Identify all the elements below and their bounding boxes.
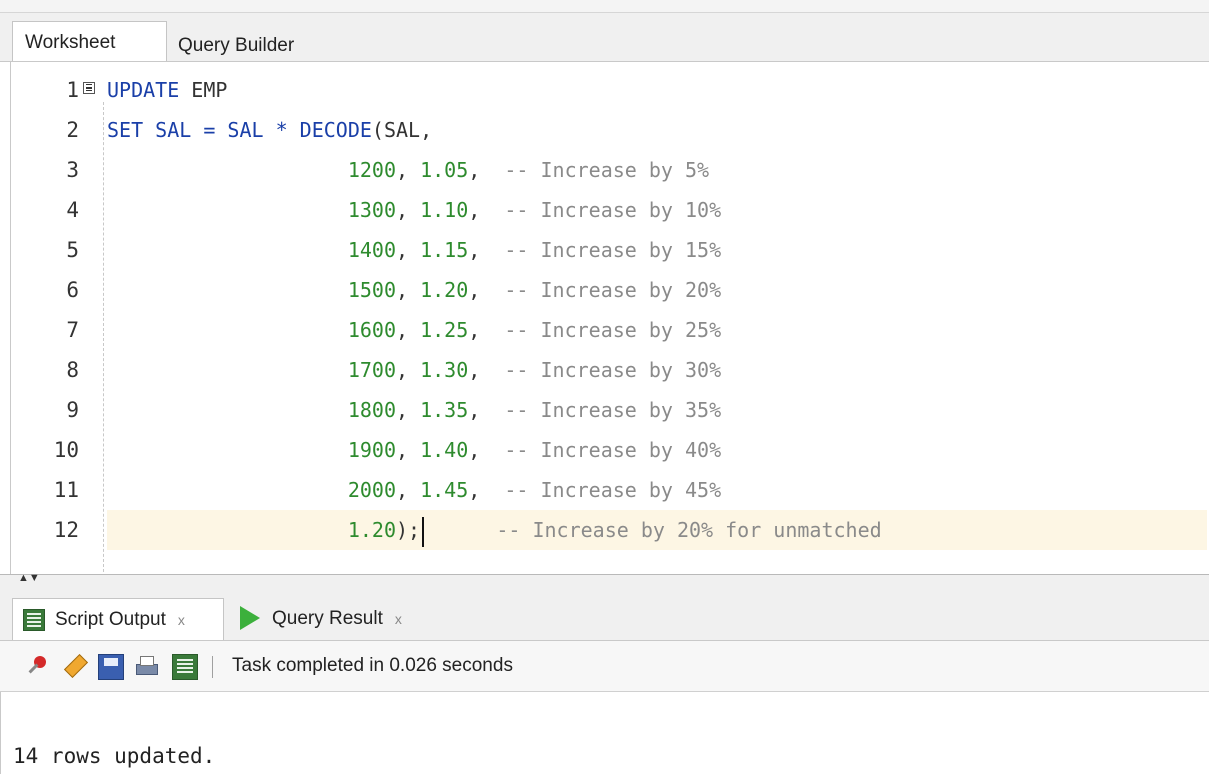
line-number: 1 (66, 78, 79, 102)
number: 1.20 (347, 518, 396, 542)
comment: -- Increase by 20% (504, 278, 722, 302)
sql-editor[interactable]: 1 2 3 4 5 6 7 8 9 10 11 12 UPDATE EMP SE… (10, 62, 1209, 574)
comment: -- Increase by 35% (504, 398, 722, 422)
number: 1200 (347, 158, 396, 182)
line-number: 8 (66, 358, 79, 382)
code-text: EMP (179, 78, 228, 102)
line-number: 12 (53, 518, 79, 542)
code-text: SET SAL = SAL * (107, 118, 300, 142)
comment: -- Increase by 40% (504, 438, 722, 462)
line-number: 11 (53, 478, 79, 502)
number: 1.25 (420, 318, 469, 342)
panel-splitter[interactable]: ▲▼ (0, 573, 1209, 589)
save-icon[interactable] (98, 654, 124, 680)
number: 1.10 (420, 198, 469, 222)
fold-icon[interactable] (83, 82, 95, 94)
number: 1600 (347, 318, 396, 342)
line-number: 9 (66, 398, 79, 422)
keyword: UPDATE (107, 78, 180, 102)
number: 1.35 (420, 398, 469, 422)
indent-guide (103, 102, 104, 572)
code-line-current[interactable]: 1.20); -- Increase by 20% for unmatched (107, 510, 1207, 550)
line-number: 4 (66, 198, 79, 222)
close-icon[interactable]: x (395, 611, 402, 627)
code-line[interactable]: 1400, 1.15, -- Increase by 15% (107, 230, 1207, 270)
number: 1.45 (420, 478, 469, 502)
script-output-panel[interactable]: 14 rows updated. (0, 692, 1209, 774)
number: 1700 (347, 358, 396, 382)
output-text: 14 rows updated. (13, 744, 216, 768)
code-text: (SAL, (371, 118, 433, 142)
number: 1800 (347, 398, 396, 422)
comment: -- Increase by 30% (504, 358, 722, 382)
comment: -- Increase by 5% (504, 158, 710, 182)
code-line[interactable]: 1800, 1.35, -- Increase by 35% (107, 390, 1207, 430)
line-number: 7 (66, 318, 79, 342)
tab-worksheet[interactable]: Worksheet (12, 21, 167, 61)
number: 1.05 (420, 158, 469, 182)
number: 1.20 (420, 278, 469, 302)
window-top-strip (0, 0, 1209, 13)
tab-query-builder[interactable]: Query Builder (178, 35, 294, 57)
document-icon[interactable] (172, 654, 198, 680)
number: 1.30 (420, 358, 469, 382)
tab-query-result[interactable]: Query Result x (236, 598, 402, 640)
code-line[interactable]: 1300, 1.10, -- Increase by 10% (107, 190, 1207, 230)
script-icon (23, 609, 45, 631)
code-line[interactable]: 2000, 1.45, -- Increase by 45% (107, 470, 1207, 510)
pin-icon[interactable] (24, 654, 50, 680)
code-line[interactable]: 1900, 1.40, -- Increase by 40% (107, 430, 1207, 470)
comment: -- Increase by 15% (504, 238, 722, 262)
number: 1.40 (420, 438, 469, 462)
line-gutter: 1 2 3 4 5 6 7 8 9 10 11 12 (11, 62, 103, 574)
code-text: ); (396, 518, 421, 542)
code-line[interactable]: 1700, 1.30, -- Increase by 30% (107, 350, 1207, 390)
comment: -- Increase by 10% (504, 198, 722, 222)
comment: -- Increase by 25% (504, 318, 722, 342)
task-status: Task completed in 0.026 seconds (232, 655, 513, 676)
output-tabbar: Script Output x Query Result x (0, 588, 1209, 641)
close-icon[interactable]: x (178, 612, 185, 628)
tab-label: Query Result (272, 608, 383, 629)
eraser-icon[interactable] (60, 654, 86, 680)
tab-script-output[interactable]: Script Output x (12, 598, 224, 640)
line-number: 6 (66, 278, 79, 302)
number: 2000 (347, 478, 396, 502)
code-line[interactable]: SET SAL = SAL * DECODE(SAL, (107, 110, 1207, 150)
number: 1500 (347, 278, 396, 302)
number: 1.15 (420, 238, 469, 262)
number: 1300 (347, 198, 396, 222)
line-number: 2 (66, 118, 79, 142)
code-line[interactable]: 1200, 1.05, -- Increase by 5% (107, 150, 1207, 190)
code-line[interactable]: UPDATE EMP (107, 70, 1207, 110)
comment: -- Increase by 20% for unmatched (496, 518, 882, 542)
number: 1400 (347, 238, 396, 262)
tab-label: Script Output (55, 609, 166, 630)
line-number: 5 (66, 238, 79, 262)
toolbar-separator (212, 656, 213, 678)
collapse-arrows-icon[interactable]: ▲▼ (18, 573, 40, 584)
number: 1900 (347, 438, 396, 462)
play-icon (240, 606, 260, 630)
keyword: DECODE (299, 118, 372, 142)
line-number: 10 (53, 438, 79, 462)
code-line[interactable]: 1600, 1.25, -- Increase by 25% (107, 310, 1207, 350)
print-icon[interactable] (134, 654, 160, 680)
line-number: 3 (66, 158, 79, 182)
code-line[interactable]: 1500, 1.20, -- Increase by 20% (107, 270, 1207, 310)
comment: -- Increase by 45% (504, 478, 722, 502)
output-toolbar: Task completed in 0.026 seconds (0, 641, 1209, 692)
worksheet-tabbar: Worksheet Query Builder (0, 13, 1209, 62)
